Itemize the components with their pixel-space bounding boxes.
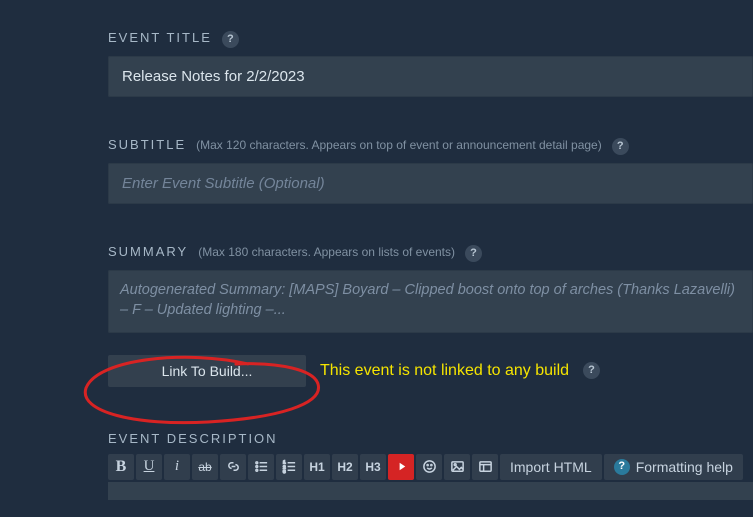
bold-button[interactable]: B xyxy=(108,454,134,480)
description-editor[interactable] xyxy=(108,482,753,500)
image-icon xyxy=(450,459,465,474)
summary-label: SUMMARY xyxy=(108,244,188,259)
h3-button[interactable]: H3 xyxy=(360,454,386,480)
link-to-build-button[interactable]: Link To Build... xyxy=(108,355,306,387)
subtitle-hint: (Max 120 characters. Appears on top of e… xyxy=(196,138,602,152)
summary-text[interactable]: Autogenerated Summary: [MAPS] Boyard – C… xyxy=(108,270,753,333)
summary-group: SUMMARY (Max 180 characters. Appears on … xyxy=(108,244,753,333)
image-button[interactable] xyxy=(444,454,470,480)
event-title-label: EVENT TITLE xyxy=(108,30,212,45)
summary-hint: (Max 180 characters. Appears on lists of… xyxy=(198,245,455,259)
subtitle-label: SUBTITLE xyxy=(108,137,186,152)
list-ul-icon xyxy=(254,459,269,474)
help-icon[interactable]: ? xyxy=(612,138,629,155)
formatting-help-label: Formatting help xyxy=(636,459,733,475)
link-icon xyxy=(226,459,241,474)
unordered-list-button[interactable] xyxy=(248,454,274,480)
store-widget-button[interactable] xyxy=(472,454,498,480)
youtube-icon xyxy=(394,459,409,474)
help-icon[interactable]: ? xyxy=(583,362,600,379)
italic-button[interactable]: i xyxy=(164,454,190,480)
youtube-button[interactable] xyxy=(388,454,414,480)
link-build-status: This event is not linked to any build xyxy=(320,362,569,380)
event-description-label: EVENT DESCRIPTION xyxy=(108,431,753,446)
help-icon[interactable]: ? xyxy=(222,31,239,48)
smiley-icon xyxy=(422,459,437,474)
event-title-input[interactable] xyxy=(108,56,753,97)
underline-button[interactable]: U xyxy=(136,454,162,480)
ordered-list-button[interactable]: 123 xyxy=(276,454,302,480)
editor-toolbar: B U i ab 123 H1 H2 H3 xyxy=(108,454,753,480)
svg-text:3: 3 xyxy=(282,469,285,474)
help-icon[interactable]: ? xyxy=(465,245,482,262)
subtitle-group: SUBTITLE (Max 120 characters. Appears on… xyxy=(108,137,753,204)
emoji-button[interactable] xyxy=(416,454,442,480)
widget-icon xyxy=(478,459,493,474)
link-button[interactable] xyxy=(220,454,246,480)
list-ol-icon: 123 xyxy=(282,459,297,474)
h2-button[interactable]: H2 xyxy=(332,454,358,480)
formatting-help-button[interactable]: ? Formatting help xyxy=(604,454,743,480)
event-description-group: EVENT DESCRIPTION B U i ab 123 H1 H2 H3 xyxy=(108,431,753,500)
h1-button[interactable]: H1 xyxy=(304,454,330,480)
subtitle-input[interactable] xyxy=(108,163,753,204)
import-html-button[interactable]: Import HTML xyxy=(500,454,602,480)
link-build-row: Link To Build... This event is not linke… xyxy=(108,355,753,387)
strikethrough-button[interactable]: ab xyxy=(192,454,218,480)
help-icon: ? xyxy=(614,459,630,475)
event-title-group: EVENT TITLE ? xyxy=(108,30,753,97)
